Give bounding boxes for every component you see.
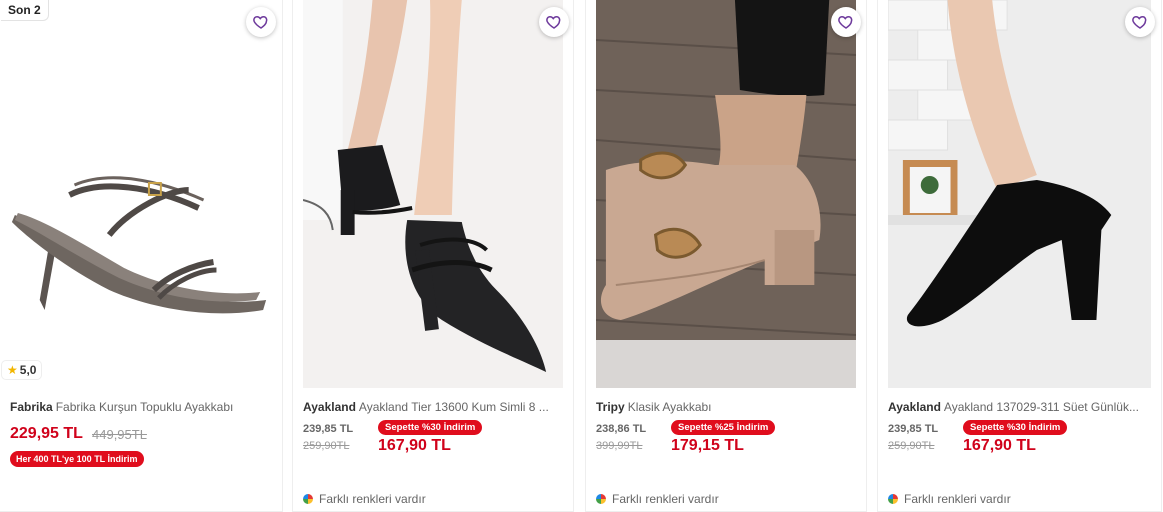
product-title[interactable]: Tripy Klasik Ayakkabı — [596, 400, 858, 414]
color-wheel-icon — [303, 494, 313, 504]
brand-name: Ayakland — [303, 400, 356, 414]
current-price: 229,95 TL — [10, 425, 83, 442]
rating-badge: ★ 5,0 — [2, 361, 42, 379]
color-options-text: Farklı renkleri vardır — [904, 492, 1011, 506]
list-price: 259,90TL — [888, 440, 935, 452]
list-price: 399,99TL — [596, 440, 643, 452]
promotion-badge: Her 400 TL'ye 100 TL İndirim — [10, 451, 144, 467]
product-image[interactable] — [596, 0, 856, 388]
product-image[interactable] — [303, 0, 563, 388]
favorite-button[interactable] — [1125, 7, 1155, 37]
heart-outline-icon — [838, 15, 853, 29]
cart-price: 167,90 TL — [963, 437, 1036, 454]
product-card[interactable]: Son 2 ★ 5,0 Fabrika Fabrika Kurşun Topuklu… — [0, 0, 283, 512]
list-price: 259,90TL — [303, 440, 350, 452]
product-card[interactable]: Ayakland Ayakland Tier 13600 Kum Simli 8 … — [292, 0, 574, 512]
cart-price: 167,90 TL — [378, 437, 451, 454]
original-price: 449,95TL — [92, 427, 147, 442]
favorite-button[interactable] — [246, 7, 276, 37]
original-price: 238,86 TL — [596, 423, 647, 435]
product-card[interactable]: Ayakland Ayakland 137029-311 Süet Günlük.… — [877, 0, 1162, 512]
product-image[interactable] — [0, 0, 282, 388]
color-options-text: Farklı renkleri vardır — [319, 492, 426, 506]
color-options-text: Farklı renkleri vardır — [612, 492, 719, 506]
brand-name: Tripy — [596, 400, 625, 414]
product-image[interactable] — [888, 0, 1151, 388]
cart-discount-badge: Sepette %25 İndirim — [671, 420, 776, 435]
heart-outline-icon — [253, 15, 268, 29]
heart-outline-icon — [546, 15, 561, 29]
product-name: Klasik Ayakkabı — [627, 400, 712, 414]
cart-discount-badge: Sepette %30 İndirim — [963, 420, 1068, 435]
original-price: 239,85 TL — [303, 423, 354, 435]
favorite-button[interactable] — [831, 7, 861, 37]
cart-discount-badge: Sepette %30 İndirim — [378, 420, 483, 435]
rating-value: 5,0 — [19, 363, 37, 377]
color-options-note[interactable]: Farklı renkleri vardır — [303, 492, 426, 506]
product-title[interactable]: Ayakland Ayakland 137029-311 Süet Günlük.… — [888, 400, 1153, 414]
brand-name: Fabrika — [10, 400, 53, 414]
product-title[interactable]: Fabrika Fabrika Kurşun Topuklu Ayakkabı — [10, 400, 274, 414]
brand-name: Ayakland — [888, 400, 941, 414]
product-title[interactable]: Ayakland Ayakland Tier 13600 Kum Simli 8 … — [303, 400, 565, 414]
color-wheel-icon — [596, 494, 606, 504]
color-options-note[interactable]: Farklı renkleri vardır — [596, 492, 719, 506]
color-wheel-icon — [888, 494, 898, 504]
product-name: Ayakland Tier 13600 Kum Simli 8 ... — [358, 400, 549, 414]
favorite-button[interactable] — [539, 7, 569, 37]
product-name: Ayakland 137029-311 Süet Günlük... — [943, 400, 1139, 414]
original-price: 239,85 TL — [888, 423, 939, 435]
star-icon: ★ — [7, 363, 18, 377]
color-options-note[interactable]: Farklı renkleri vardır — [888, 492, 1011, 506]
product-name: Fabrika Kurşun Topuklu Ayakkabı — [55, 400, 234, 414]
stock-badge: Son 2 — [1, 0, 49, 21]
cart-price: 179,15 TL — [671, 437, 744, 454]
heart-outline-icon — [1132, 15, 1147, 29]
product-card[interactable]: Tripy Klasik Ayakkabı 238,86 TL 399,99TL … — [585, 0, 867, 512]
